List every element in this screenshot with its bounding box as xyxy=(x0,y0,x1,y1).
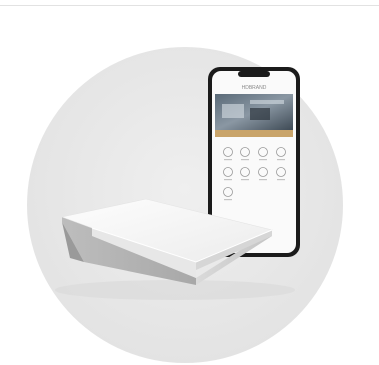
product-illustration: HDBRAND xyxy=(27,47,343,363)
floor-shadow xyxy=(55,280,295,300)
product-card: HDBRAND xyxy=(0,0,379,365)
phone-accent-bar xyxy=(215,130,293,137)
phone-brand-text: HDBRAND xyxy=(242,85,267,91)
